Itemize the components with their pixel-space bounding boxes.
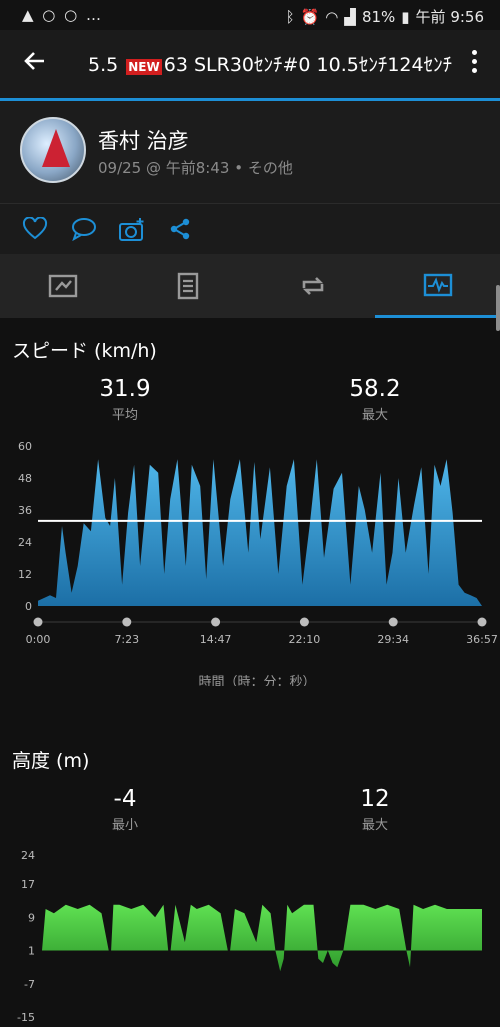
- elevation-max-stat: 12 最大: [300, 786, 450, 833]
- speed-x-axis-title: 時間（時：分：秒）: [198, 675, 315, 686]
- new-badge: NEW: [126, 59, 162, 75]
- speed-ytick-label: 0: [25, 600, 32, 613]
- share-icon[interactable]: [168, 217, 196, 243]
- elevation-ytick-label: -7: [24, 978, 35, 991]
- activity-title: 5.5 NEW 63 SLR30ｾﾝﾁ#0 10.5ｾﾝﾁ124ｾﾝﾁ: [88, 50, 452, 77]
- tab-map[interactable]: [0, 254, 125, 318]
- activity-meta: 09/25 @ 午前8:43 • その他: [98, 159, 293, 177]
- chart-icon: [423, 273, 452, 296]
- elevation-ytick-label: 1: [28, 945, 35, 958]
- speed-xtick-marker: [33, 617, 43, 627]
- overflow-menu-icon[interactable]: [472, 50, 478, 77]
- speed-chart: 0 12 24 36 48 60 0:00 7:23 14:47 22:10 29:34 36:57 時…: [18, 440, 498, 686]
- speed-max-label: 最大: [361, 408, 388, 423]
- back-arrow-icon[interactable]: [22, 48, 48, 81]
- speed-xtick-marker: [211, 617, 221, 627]
- speed-xtick-marker: [122, 617, 132, 627]
- camera-add-icon[interactable]: [118, 217, 146, 243]
- speed-xtick-marker: [299, 617, 309, 627]
- elevation-ytick-label: 9: [28, 911, 35, 924]
- speed-xtick-label: 22:10: [289, 633, 321, 646]
- wifi-icon: ◠: [325, 7, 339, 26]
- speed-xtick-marker: [388, 617, 398, 627]
- speed-xtick-marker: [477, 617, 487, 627]
- status-bar: ▲ ○ ○ … ᛒ ⏰ ◠ ▟ 81% ▮ 午前 9:56: [0, 0, 500, 30]
- title-suffix: 63 SLR30ｾﾝﾁ#0 10.5ｾﾝﾁ124ｾﾝﾁ: [163, 54, 453, 76]
- elevation-ytick-label: -15: [17, 1011, 35, 1024]
- elevation-max-value: 12: [360, 786, 390, 812]
- speed-xtick-label: 14:47: [200, 633, 232, 646]
- tab-details[interactable]: [125, 254, 250, 318]
- elevation-chart: -15 -7 1 9 17 24: [17, 849, 482, 1024]
- speed-area-series: [38, 459, 482, 606]
- laps-icon: [302, 277, 323, 295]
- speed-xtick-label: 0:00: [26, 633, 51, 646]
- elevation-title: 高度 (m): [12, 750, 90, 772]
- battery-percent: 81%: [361, 7, 396, 26]
- speed-xtick-label: 29:34: [377, 633, 409, 646]
- alarm-icon: ⏰: [300, 7, 320, 26]
- title-prefix: 5.5: [88, 54, 119, 76]
- elevation-min-label: 最小: [111, 818, 138, 833]
- speed-ytick-label: 24: [18, 536, 32, 549]
- bluetooth-icon: ᛒ: [285, 7, 295, 26]
- speed-xtick-label: 7:23: [114, 633, 139, 646]
- heart-icon[interactable]: [22, 216, 50, 243]
- status-left: ▲ ○ ○ …: [22, 6, 104, 24]
- action-bar: [0, 204, 500, 254]
- speed-ytick-label: 60: [18, 440, 32, 453]
- tab-bar: [0, 254, 500, 318]
- signal-icon: ▟: [344, 7, 356, 26]
- speed-avg-stat: 31.9 平均: [50, 376, 200, 423]
- app-bar: 5.5 NEW 63 SLR30ｾﾝﾁ#0 10.5ｾﾝﾁ124ｾﾝﾁ: [0, 30, 500, 101]
- profile-header: 香村 治彦 09/25 @ 午前8:43 • その他: [0, 101, 500, 204]
- elevation-area-series: [42, 904, 482, 972]
- avatar[interactable]: [20, 117, 86, 183]
- speed-avg-value: 31.9: [99, 376, 151, 402]
- speed-max-value: 58.2: [349, 376, 401, 402]
- elevation-ytick-label: 24: [21, 849, 35, 862]
- speed-title: スピード (km/h): [12, 340, 157, 362]
- speed-ytick-label: 48: [18, 472, 32, 485]
- elevation-min-value: -4: [113, 786, 137, 812]
- elevation-max-label: 最大: [361, 818, 388, 833]
- user-name[interactable]: 香村 治彦: [98, 125, 189, 155]
- battery-icon: ▮: [401, 7, 410, 26]
- clock: 午前 9:56: [415, 8, 484, 26]
- speed-ytick-label: 12: [18, 568, 32, 581]
- details-icon: [177, 272, 198, 300]
- speed-max-stat: 58.2 最大: [300, 376, 450, 423]
- scrollbar[interactable]: [496, 285, 500, 331]
- tab-laps[interactable]: [250, 254, 375, 318]
- tab-charts[interactable]: [375, 254, 500, 318]
- speed-avg-label: 平均: [111, 408, 138, 423]
- speed-ytick-label: 36: [18, 504, 32, 517]
- elevation-min-stat: -4 最小: [50, 786, 200, 833]
- status-right: ᛒ ⏰ ◠ ▟ 81% ▮ 午前 9:56: [286, 6, 484, 27]
- elevation-ytick-label: 17: [21, 878, 35, 891]
- speed-xtick-label: 36:57: [466, 633, 498, 646]
- comment-icon[interactable]: [70, 217, 98, 243]
- map-icon: [48, 274, 77, 298]
